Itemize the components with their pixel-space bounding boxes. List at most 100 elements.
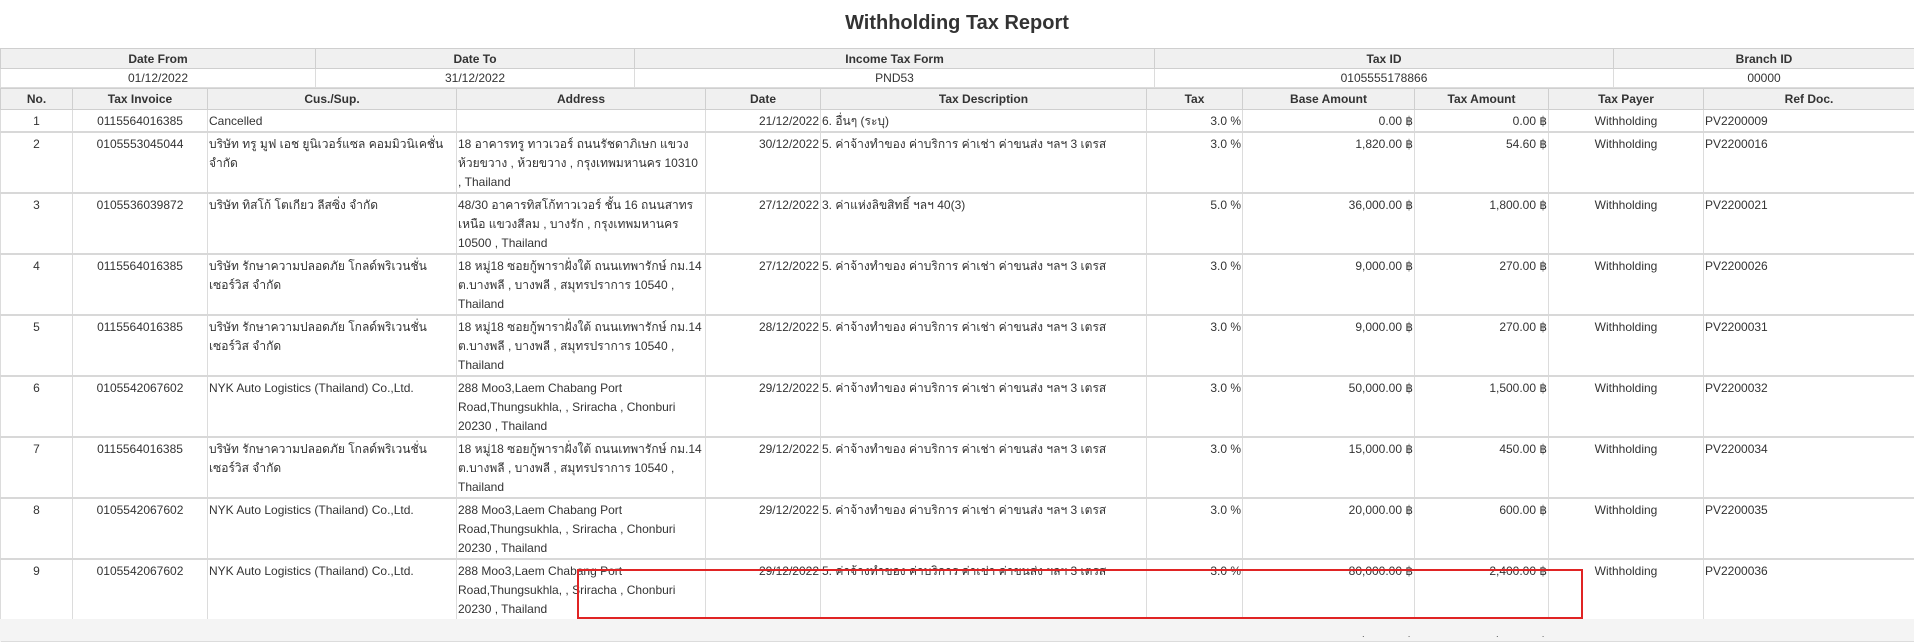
row-tax-amount: 1,800.00 ฿ bbox=[1415, 193, 1549, 254]
row-no: 9 bbox=[1, 559, 73, 620]
row-tax-rate: 3.0 % bbox=[1147, 110, 1243, 133]
row-tax-invoice: 0105542067602 bbox=[73, 498, 208, 559]
row-tax-description: 5. ค่าจ้างทำของ ค่าบริการ ค่าเช่า ค่าขนส… bbox=[821, 132, 1147, 193]
row-party: บริษัท รักษาความปลอดภัย โกลด์พริเวนชั่น … bbox=[208, 315, 457, 376]
row-no: 4 bbox=[1, 254, 73, 315]
date-from-value: 01/12/2022 bbox=[1, 69, 316, 88]
row-tax-invoice: 0115564016385 bbox=[73, 315, 208, 376]
row-base-amount: 36,000.00 ฿ bbox=[1243, 193, 1415, 254]
row-tax-invoice: 0105542067602 bbox=[73, 376, 208, 437]
header-col-branch-id: Branch ID bbox=[1614, 49, 1914, 69]
row-tax-invoice: 0115564016385 bbox=[73, 437, 208, 498]
row-base-amount: 80,000.00 ฿ bbox=[1243, 559, 1415, 620]
header-col-date-from: Date From bbox=[1, 49, 316, 69]
row-tax-invoice: 0105542067602 bbox=[73, 559, 208, 620]
report-title: Withholding Tax Report bbox=[0, 12, 1914, 35]
row-date: 29/12/2022 bbox=[706, 437, 821, 498]
table-header-row: No. Tax Invoice Cus./Sup. Address Date T… bbox=[1, 89, 1914, 110]
row-party: บริษัท รักษาความปลอดภัย โกลด์พริเวนชั่น … bbox=[208, 254, 457, 315]
row-tax-payer: Withholding bbox=[1549, 315, 1704, 376]
row-date: 29/12/2022 bbox=[706, 559, 821, 620]
row-tax-description: 5. ค่าจ้างทำของ ค่าบริการ ค่าเช่า ค่าขนส… bbox=[821, 315, 1147, 376]
row-address: 18 หมู่18 ซอยกู้พาราฝั่งใต้ ถนนเทพารักษ์… bbox=[457, 315, 706, 376]
withholding-tax-table: No. Tax Invoice Cus./Sup. Address Date T… bbox=[0, 88, 1914, 642]
row-tax-invoice: 0115564016385 bbox=[73, 254, 208, 315]
row-ref-doc: PV2200016 bbox=[1704, 132, 1914, 193]
table-row: 4 0115564016385 บริษัท รักษาความปลอดภัย … bbox=[1, 254, 1914, 315]
row-date: 28/12/2022 bbox=[706, 315, 821, 376]
row-ref-doc: PV2200034 bbox=[1704, 437, 1914, 498]
table-row: 5 0115564016385 บริษัท รักษาความปลอดภัย … bbox=[1, 315, 1914, 376]
row-date: 27/12/2022 bbox=[706, 254, 821, 315]
row-party: บริษัท ทิสโก้ โตเกียว ลีสซิ่ง จำกัด bbox=[208, 193, 457, 254]
filter-value-row: 01/12/2022 31/12/2022 PND53 010555517886… bbox=[1, 69, 1914, 88]
row-address: 18 หมู่18 ซอยกู้พาราฝั่งใต้ ถนนเทพารักษ์… bbox=[457, 254, 706, 315]
row-party: บริษัท ทรู มูฟ เอช ยูนิเวอร์แซล คอมมิวนิ… bbox=[208, 132, 457, 193]
row-address bbox=[457, 110, 706, 133]
date-to-value: 31/12/2022 bbox=[316, 69, 635, 88]
col-header-no: No. bbox=[1, 89, 73, 110]
row-ref-doc: PV2200026 bbox=[1704, 254, 1914, 315]
table-row: 1 0115564016385 Cancelled 21/12/2022 6. … bbox=[1, 110, 1914, 133]
col-header-base-amount: Base Amount bbox=[1243, 89, 1415, 110]
row-base-amount: 20,000.00 ฿ bbox=[1243, 498, 1415, 559]
row-ref-doc: PV2200035 bbox=[1704, 498, 1914, 559]
table-row: 3 0105536039872 บริษัท ทิสโก้ โตเกียว ลี… bbox=[1, 193, 1914, 254]
row-tax-payer: Withholding bbox=[1549, 376, 1704, 437]
row-tax-amount: 450.00 ฿ bbox=[1415, 437, 1549, 498]
row-date: 21/12/2022 bbox=[706, 110, 821, 133]
row-tax-invoice: 0105553045044 bbox=[73, 132, 208, 193]
row-base-amount: 0.00 ฿ bbox=[1243, 110, 1415, 133]
row-address: 18 หมู่18 ซอยกู้พาราฝั่งใต้ ถนนเทพารักษ์… bbox=[457, 437, 706, 498]
row-tax-amount: 54.60 ฿ bbox=[1415, 132, 1549, 193]
row-no: 3 bbox=[1, 193, 73, 254]
col-header-tax: Tax bbox=[1147, 89, 1243, 110]
row-tax-invoice: 0105536039872 bbox=[73, 193, 208, 254]
row-party: NYK Auto Logistics (Thailand) Co.,Ltd. bbox=[208, 498, 457, 559]
row-tax-payer: Withholding bbox=[1549, 498, 1704, 559]
row-no: 8 bbox=[1, 498, 73, 559]
col-header-ref-doc: Ref Doc. bbox=[1704, 89, 1914, 110]
page-footer-strip bbox=[0, 619, 1914, 636]
report-page: Withholding Tax Report Date From Date To… bbox=[0, 0, 1914, 636]
table-row: 6 0105542067602 NYK Auto Logistics (Thai… bbox=[1, 376, 1914, 437]
row-tax-description: 5. ค่าจ้างทำของ ค่าบริการ ค่าเช่า ค่าขนส… bbox=[821, 376, 1147, 437]
row-tax-rate: 3.0 % bbox=[1147, 132, 1243, 193]
row-no: 2 bbox=[1, 132, 73, 193]
row-party: บริษัท รักษาความปลอดภัย โกลด์พริเวนชั่น … bbox=[208, 437, 457, 498]
row-base-amount: 9,000.00 ฿ bbox=[1243, 315, 1415, 376]
row-tax-invoice: 0115564016385 bbox=[73, 110, 208, 133]
row-date: 29/12/2022 bbox=[706, 498, 821, 559]
row-ref-doc: PV2200032 bbox=[1704, 376, 1914, 437]
col-header-date: Date bbox=[706, 89, 821, 110]
row-base-amount: 15,000.00 ฿ bbox=[1243, 437, 1415, 498]
col-header-cus-sup: Cus./Sup. bbox=[208, 89, 457, 110]
row-no: 5 bbox=[1, 315, 73, 376]
row-tax-description: 5. ค่าจ้างทำของ ค่าบริการ ค่าเช่า ค่าขนส… bbox=[821, 498, 1147, 559]
col-header-tax-amount: Tax Amount bbox=[1415, 89, 1549, 110]
row-tax-description: 5. ค่าจ้างทำของ ค่าบริการ ค่าเช่า ค่าขนส… bbox=[821, 437, 1147, 498]
row-address: 48/30 อาคารทิสโก้ทาวเวอร์ ชั้น 16 ถนนสาท… bbox=[457, 193, 706, 254]
row-tax-description: 6. อื่นๆ (ระบุ) bbox=[821, 110, 1147, 133]
row-party: Cancelled bbox=[208, 110, 457, 133]
row-tax-payer: Withholding bbox=[1549, 254, 1704, 315]
row-ref-doc: PV2200021 bbox=[1704, 193, 1914, 254]
row-date: 27/12/2022 bbox=[706, 193, 821, 254]
row-tax-amount: 2,400.00 ฿ bbox=[1415, 559, 1549, 620]
col-header-tax-payer: Tax Payer bbox=[1549, 89, 1704, 110]
tax-id-value: 0105555178866 bbox=[1155, 69, 1614, 88]
row-tax-amount: 600.00 ฿ bbox=[1415, 498, 1549, 559]
income-tax-form-value: PND53 bbox=[635, 69, 1155, 88]
header-col-income-tax-form: Income Tax Form bbox=[635, 49, 1155, 69]
row-tax-rate: 3.0 % bbox=[1147, 498, 1243, 559]
row-address: 288 Moo3,Laem Chabang Port Road,Thungsuk… bbox=[457, 376, 706, 437]
header-col-tax-id: Tax ID bbox=[1155, 49, 1614, 69]
row-tax-amount: 270.00 ฿ bbox=[1415, 254, 1549, 315]
col-header-tax-invoice: Tax Invoice bbox=[73, 89, 208, 110]
row-tax-description: 5. ค่าจ้างทำของ ค่าบริการ ค่าเช่า ค่าขนส… bbox=[821, 559, 1147, 620]
row-base-amount: 9,000.00 ฿ bbox=[1243, 254, 1415, 315]
row-ref-doc: PV2200036 bbox=[1704, 559, 1914, 620]
row-ref-doc: PV2200009 bbox=[1704, 110, 1914, 133]
row-tax-amount: 0.00 ฿ bbox=[1415, 110, 1549, 133]
row-tax-amount: 270.00 ฿ bbox=[1415, 315, 1549, 376]
